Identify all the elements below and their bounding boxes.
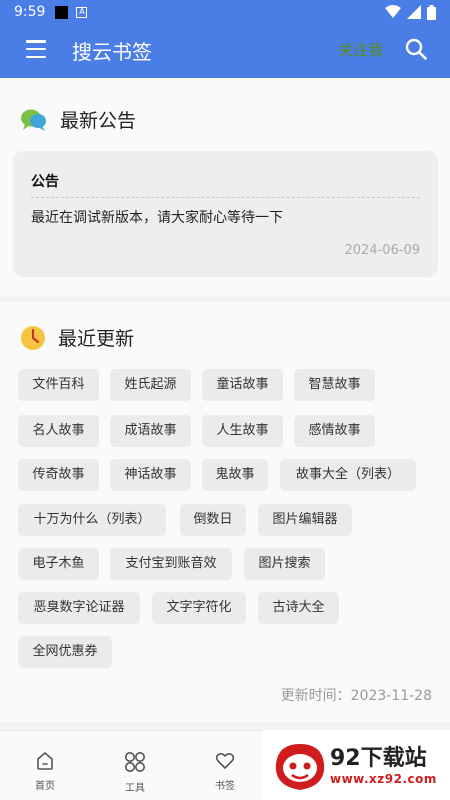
tag-item[interactable]: 鬼故事 <box>202 459 268 491</box>
tag-item[interactable]: 支付宝到账音效 <box>110 548 232 580</box>
nav-item-bookmarks[interactable]: 书签 <box>195 751 255 792</box>
app-title: 搜云书签 <box>72 40 152 64</box>
tag-item[interactable]: 倒数日 <box>180 504 246 536</box>
notice-card-date: 2024-06-09 <box>344 243 420 258</box>
heart-icon <box>215 752 235 769</box>
notice-card-body: 最近在调试新版本，请大家耐心等待一下 <box>31 210 283 226</box>
tag-item[interactable]: 成语故事 <box>110 415 191 447</box>
notice-divider <box>31 197 420 198</box>
update-time: 更新时间：2023-11-28 <box>280 688 432 704</box>
updates-header: 最近更新 <box>20 324 134 351</box>
notice-card-title: 公告 <box>31 174 59 190</box>
tag-item[interactable]: 感情故事 <box>294 415 375 447</box>
tag-item[interactable]: 神话故事 <box>110 459 191 491</box>
tag-item[interactable]: 智慧故事 <box>294 369 375 401</box>
updates-title: 最近更新 <box>58 328 135 350</box>
nav-item-home[interactable]: 首页 <box>15 751 75 792</box>
watermark-text: 92下载站 <box>330 746 427 771</box>
tag-item[interactable]: 图片搜索 <box>244 548 325 580</box>
clock-icon <box>21 325 45 350</box>
notice-section: 最新公告 公告 最近在调试新版本，请大家耐心等待一下 2024-06-09 <box>0 78 450 296</box>
notification-square-icon <box>55 5 69 19</box>
notice-title: 最新公告 <box>60 110 137 132</box>
home-icon <box>37 752 53 770</box>
follow-button[interactable]: 关注我 <box>338 39 383 60</box>
tag-item[interactable]: 古诗大全 <box>258 592 339 624</box>
tag-item[interactable]: 全网优惠券 <box>18 636 112 668</box>
tag-item[interactable]: 姓氏起源 <box>110 369 191 401</box>
search-icon[interactable] <box>404 37 428 61</box>
cell-signal-icon <box>407 5 421 19</box>
watermark-url: www.xz92.com <box>330 772 437 786</box>
nav-label-bookmarks: 书签 <box>215 781 235 792</box>
notification-a-icon: A <box>76 6 88 18</box>
tag-item[interactable]: 文字字符化 <box>152 592 246 624</box>
watermark: 92下载站 www.xz92.com <box>262 730 450 800</box>
status-bar: 9:59 A <box>0 0 450 24</box>
wifi-icon <box>385 5 401 18</box>
tag-item[interactable]: 童话故事 <box>202 369 283 401</box>
updates-section: 最近更新 文件百科 姓氏起源 童话故事 智慧故事 名人故事 成语故事 人生故事 … <box>0 302 450 722</box>
watermark-logo-icon <box>275 744 325 790</box>
nav-label-tools: 工具 <box>125 783 145 794</box>
app-bar: 搜云书签 关注我 <box>0 24 450 78</box>
tag-item[interactable]: 名人故事 <box>18 415 99 447</box>
tag-item[interactable]: 人生故事 <box>202 415 283 447</box>
tag-item[interactable]: 恶臭数字论证器 <box>18 592 140 624</box>
tag-item[interactable]: 传奇故事 <box>18 459 99 491</box>
notice-header: 最新公告 <box>20 106 136 133</box>
tag-item[interactable]: 电子木鱼 <box>18 548 99 580</box>
status-time: 9:59 <box>14 4 46 20</box>
tag-item[interactable]: 十万为什么（列表） <box>18 504 166 536</box>
chat-bubble-icon <box>21 109 46 131</box>
nav-item-tools[interactable]: 工具 <box>105 751 165 794</box>
tag-item[interactable]: 图片编辑器 <box>258 504 352 536</box>
nav-label-home: 首页 <box>35 781 55 792</box>
battery-icon <box>427 4 436 20</box>
menu-icon[interactable] <box>26 40 46 58</box>
tag-item[interactable]: 文件百科 <box>18 369 99 401</box>
notice-card[interactable]: 公告 最近在调试新版本，请大家耐心等待一下 2024-06-09 <box>13 151 438 277</box>
tag-item[interactable]: 故事大全（列表） <box>280 459 416 491</box>
tools-icon <box>125 752 145 772</box>
